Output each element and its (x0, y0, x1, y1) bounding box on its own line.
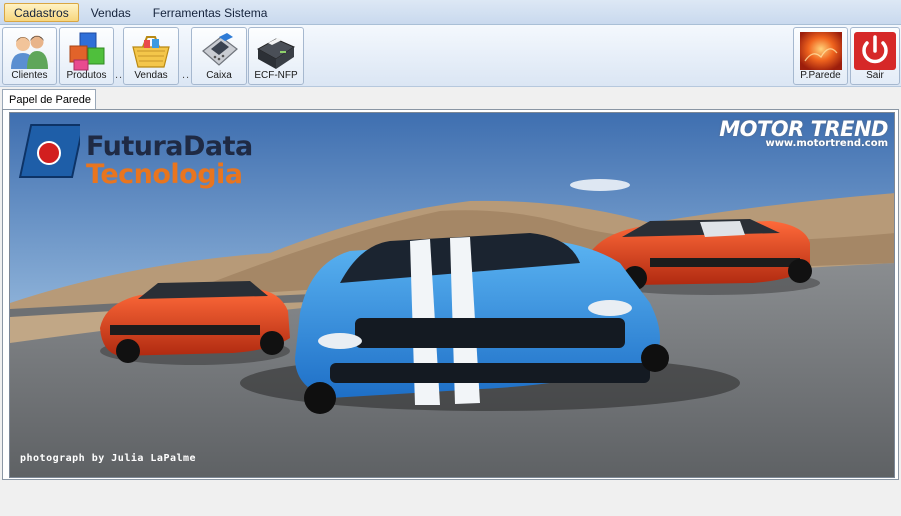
menu-bar: Cadastros Vendas Ferramentas Sistema (0, 0, 901, 25)
sair-label: Sair (866, 70, 884, 81)
logo-text-tecnologia: Tecnologia (86, 159, 243, 190)
motor-trend-brand: MOTOR TREND www.motortrend.com (719, 117, 888, 149)
menu-vendas[interactable]: Vendas (81, 3, 141, 22)
power-icon (854, 32, 896, 70)
clients-icon (10, 35, 48, 69)
wallpaper-icon (799, 32, 842, 70)
tab-panel: FuturaData Tecnologia MOTOR TREND www.mo… (2, 109, 899, 480)
vendas-label: Vendas (134, 70, 168, 81)
ecf-nfp-button[interactable]: ECF-NFP (248, 27, 304, 85)
clientes-button[interactable]: Clientes (2, 27, 57, 85)
photo-credit: photograph by Julia LaPalme (20, 453, 197, 464)
tab-strip: Papel de Parede (0, 87, 901, 110)
toolbar-separator: .. (182, 69, 191, 81)
fiscal-printer-icon (256, 38, 296, 69)
logo-text-futuradata: FuturaData (86, 131, 253, 162)
ecf-nfp-label: ECF-NFP (254, 70, 298, 81)
produtos-button[interactable]: Produtos (59, 27, 114, 85)
papel-parede-button[interactable]: P.Parede (793, 27, 848, 85)
sales-basket-icon (132, 36, 170, 68)
caixa-label: Caixa (206, 70, 232, 81)
tab-papel-de-parede[interactable]: Papel de Parede (2, 89, 96, 110)
card-terminal-icon (202, 33, 238, 66)
products-icon (69, 32, 104, 71)
menu-ferramentas-sistema[interactable]: Ferramentas Sistema (143, 3, 278, 22)
clientes-label: Clientes (11, 70, 48, 81)
vendas-button[interactable]: Vendas (123, 27, 179, 85)
futuradata-logo-mark-icon (18, 124, 80, 178)
menu-cadastros[interactable]: Cadastros (4, 2, 79, 22)
papel-parede-label: P.Parede (800, 70, 841, 81)
produtos-label: Produtos (66, 70, 107, 81)
toolbar-separator: .. (115, 69, 124, 81)
caixa-button[interactable]: Caixa (191, 27, 247, 85)
toolbar: Clientes Produtos .. Vendas .. Caixa ECF… (0, 25, 901, 87)
sair-button[interactable]: Sair (850, 27, 900, 85)
futuradata-logo: FuturaData Tecnologia (18, 121, 258, 190)
wallpaper-image: FuturaData Tecnologia MOTOR TREND www.mo… (9, 112, 895, 478)
